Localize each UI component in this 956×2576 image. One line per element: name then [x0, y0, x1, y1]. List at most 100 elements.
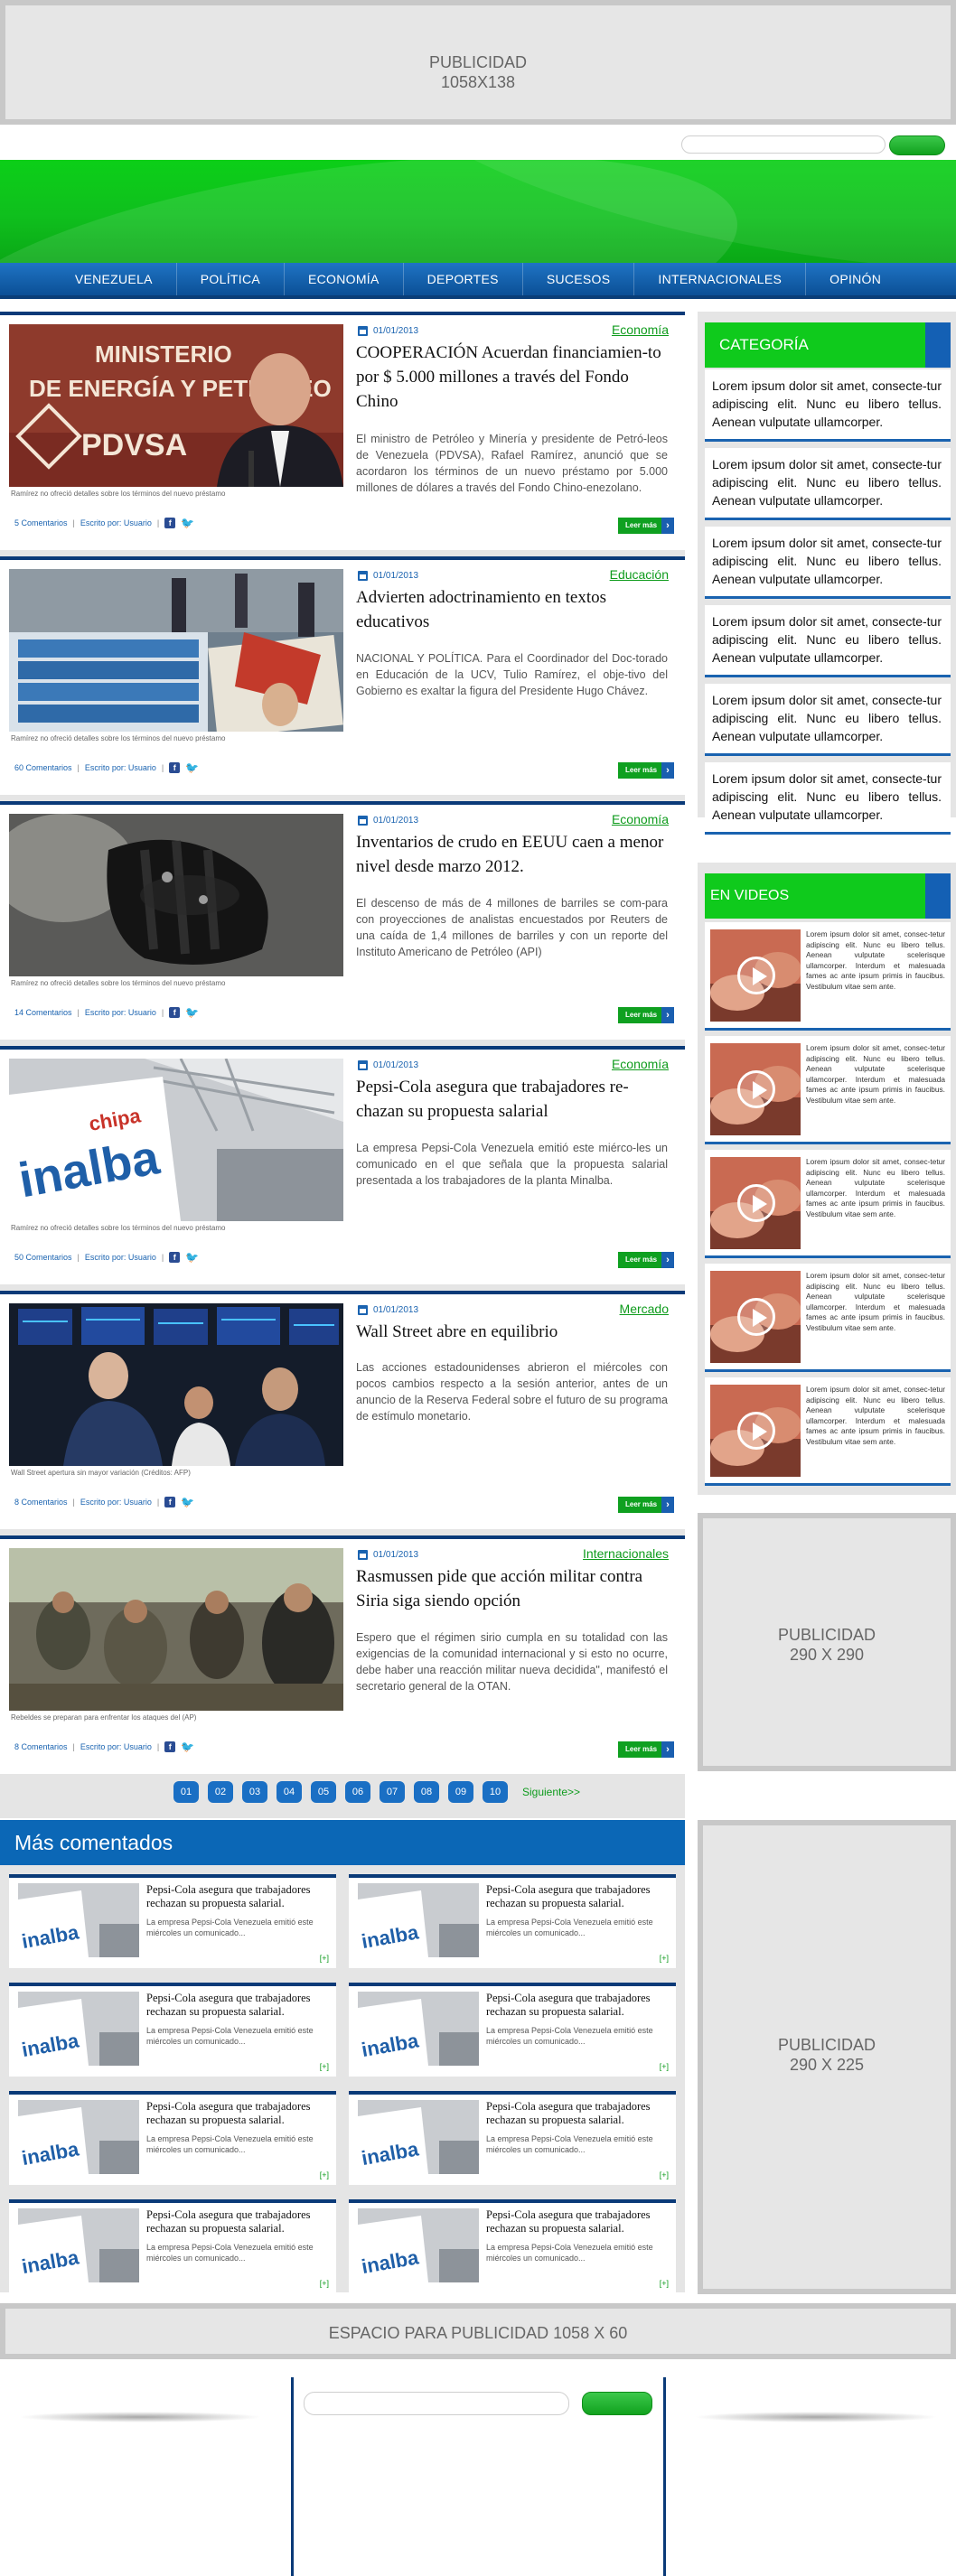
article-title[interactable]: Rasmussen pide que acción militar contra…: [356, 1564, 668, 1613]
side-ad-225[interactable]: PUBLICIDAD 290 X 225: [698, 1820, 956, 2294]
read-more-button[interactable]: Leer más ›: [618, 1252, 674, 1268]
article-title[interactable]: Wall Street abre en equilibrio: [356, 1320, 668, 1344]
facebook-icon[interactable]: f: [164, 1741, 176, 1752]
footer-search-button[interactable]: [582, 2392, 652, 2415]
video-thumbnail[interactable]: [710, 1157, 801, 1249]
commented-card[interactable]: inalba Pepsi-Cola asegura que trabajador…: [9, 1983, 336, 2077]
commented-thumbnail[interactable]: inalba: [18, 1883, 139, 1957]
nav-item-sucesos[interactable]: SUCESOS: [523, 263, 635, 295]
commented-title[interactable]: Pepsi-Cola asegura que trabajadores rech…: [486, 1883, 667, 1910]
commented-thumbnail[interactable]: inalba: [18, 1992, 139, 2066]
read-more-button[interactable]: Leer más ›: [618, 1741, 674, 1758]
article-category-link[interactable]: Economía: [612, 322, 669, 337]
facebook-icon[interactable]: f: [169, 1252, 181, 1263]
page-button[interactable]: 02: [208, 1781, 233, 1803]
author-link[interactable]: Escrito por: Usuario: [80, 1742, 152, 1751]
commented-title[interactable]: Pepsi-Cola asegura que trabajadores rech…: [486, 2100, 667, 2127]
twitter-icon[interactable]: 🐦: [181, 1741, 194, 1752]
video-item[interactable]: Lorem ipsum dolor sit amet, consec-tetur…: [705, 1264, 951, 1372]
commented-card[interactable]: inalba Pepsi-Cola asegura que trabajador…: [9, 2199, 336, 2293]
nav-item-opinion[interactable]: OPINÓN: [806, 263, 904, 295]
video-thumbnail[interactable]: [710, 1043, 801, 1135]
expand-link[interactable]: [+]: [660, 1954, 669, 1963]
search-input[interactable]: [681, 135, 886, 154]
commented-card[interactable]: inalba Pepsi-Cola asegura que trabajador…: [349, 2091, 676, 2185]
commented-title[interactable]: Pepsi-Cola asegura que trabajadores rech…: [146, 1883, 327, 1910]
search-button[interactable]: [889, 135, 945, 155]
play-icon[interactable]: [737, 1070, 775, 1108]
author-link[interactable]: Escrito por: Usuario: [80, 518, 152, 527]
play-icon[interactable]: [737, 1412, 775, 1450]
author-link[interactable]: Escrito por: Usuario: [85, 763, 156, 772]
article-title[interactable]: Pepsi-Cola asegura que trabajadores re-c…: [356, 1075, 668, 1124]
facebook-icon[interactable]: f: [169, 762, 181, 773]
play-icon[interactable]: [737, 1298, 775, 1336]
page-button[interactable]: 10: [483, 1781, 508, 1803]
comments-link[interactable]: 14 Comentarios: [14, 1008, 72, 1017]
commented-card[interactable]: inalba Pepsi-Cola asegura que trabajador…: [349, 1983, 676, 2077]
comments-link[interactable]: 8 Comentarios: [14, 1742, 68, 1751]
nav-item-venezuela[interactable]: VENEZUELA: [52, 263, 177, 295]
commented-title[interactable]: Pepsi-Cola asegura que trabajadores rech…: [146, 2100, 327, 2127]
read-more-button[interactable]: Leer más ›: [618, 518, 674, 534]
twitter-icon[interactable]: 🐦: [185, 1252, 199, 1263]
read-more-button[interactable]: Leer más ›: [618, 1007, 674, 1023]
author-link[interactable]: Escrito por: Usuario: [80, 1498, 152, 1507]
article-photo[interactable]: MINISTERIO DE ENERGÍA Y PETRÓLEO PDVSA: [9, 324, 343, 487]
video-item[interactable]: Lorem ipsum dolor sit amet, consec-tetur…: [705, 922, 951, 1031]
article-photo[interactable]: [9, 814, 343, 976]
read-more-button[interactable]: Leer más ›: [618, 762, 674, 779]
page-button[interactable]: 03: [242, 1781, 267, 1803]
category-item[interactable]: Lorem ipsum dolor sit amet, consecte-tur…: [705, 762, 951, 835]
comments-link[interactable]: 50 Comentarios: [14, 1253, 72, 1262]
article-category-link[interactable]: Mercado: [620, 1302, 669, 1316]
commented-title[interactable]: Pepsi-Cola asegura que trabajadores rech…: [486, 1992, 667, 2019]
article-category-link[interactable]: Economía: [612, 1057, 669, 1071]
nav-item-deportes[interactable]: DEPORTES: [404, 263, 523, 295]
commented-card[interactable]: inalba Pepsi-Cola asegura que trabajador…: [9, 2091, 336, 2185]
category-item[interactable]: Lorem ipsum dolor sit amet, consecte-tur…: [705, 369, 951, 442]
page-button[interactable]: 04: [276, 1781, 302, 1803]
commented-card[interactable]: inalba Pepsi-Cola asegura que trabajador…: [349, 2199, 676, 2293]
author-link[interactable]: Escrito por: Usuario: [85, 1253, 156, 1262]
commented-title[interactable]: Pepsi-Cola asegura que trabajadores rech…: [486, 2208, 667, 2235]
commented-thumbnail[interactable]: inalba: [18, 2100, 139, 2174]
play-icon[interactable]: [737, 957, 775, 994]
commented-thumbnail[interactable]: inalba: [18, 2208, 139, 2282]
page-button[interactable]: 01: [173, 1781, 199, 1803]
next-page-link[interactable]: Siguiente>>: [522, 1786, 580, 1798]
article-title[interactable]: Advierten adoctrinamiento en textos educ…: [356, 585, 668, 634]
bottom-ad-banner[interactable]: ESPACIO PARA PUBLICIDAD 1058 X 60: [0, 2303, 956, 2359]
expand-link[interactable]: [+]: [660, 2279, 669, 2288]
page-button[interactable]: 08: [414, 1781, 439, 1803]
video-item[interactable]: Lorem ipsum dolor sit amet, consec-tetur…: [705, 1036, 951, 1144]
twitter-icon[interactable]: 🐦: [185, 1007, 199, 1018]
video-item[interactable]: Lorem ipsum dolor sit amet, consec-tetur…: [705, 1150, 951, 1258]
commented-card[interactable]: inalba Pepsi-Cola asegura que trabajador…: [9, 1874, 336, 1968]
expand-link[interactable]: [+]: [320, 1954, 329, 1963]
article-category-link[interactable]: Educación: [610, 567, 669, 582]
nav-item-economia[interactable]: ECONOMÍA: [285, 263, 404, 295]
commented-thumbnail[interactable]: inalba: [358, 2208, 479, 2282]
comments-link[interactable]: 8 Comentarios: [14, 1498, 68, 1507]
article-photo[interactable]: [9, 1303, 343, 1466]
commented-card[interactable]: inalba Pepsi-Cola asegura que trabajador…: [349, 1874, 676, 1968]
article-category-link[interactable]: Internacionales: [583, 1546, 669, 1561]
facebook-icon[interactable]: f: [164, 1497, 176, 1507]
article-photo[interactable]: [9, 1548, 343, 1711]
category-item[interactable]: Lorem ipsum dolor sit amet, consecte-tur…: [705, 448, 951, 520]
twitter-icon[interactable]: 🐦: [181, 1497, 194, 1507]
article-title[interactable]: Inventarios de crudo en EEUU caen a meno…: [356, 830, 668, 879]
page-button[interactable]: 09: [448, 1781, 473, 1803]
play-icon[interactable]: [737, 1184, 775, 1222]
category-item[interactable]: Lorem ipsum dolor sit amet, consecte-tur…: [705, 605, 951, 677]
page-button[interactable]: 06: [345, 1781, 370, 1803]
video-thumbnail[interactable]: [710, 929, 801, 1022]
commented-title[interactable]: Pepsi-Cola asegura que trabajadores rech…: [146, 1992, 327, 2019]
commented-title[interactable]: Pepsi-Cola asegura que trabajadores rech…: [146, 2208, 327, 2235]
top-ad-banner[interactable]: PUBLICIDAD 1058X138: [0, 0, 956, 125]
expand-link[interactable]: [+]: [320, 2279, 329, 2288]
article-title[interactable]: COOPERACIÓN Acuerdan financiamien-to por…: [356, 341, 668, 414]
expand-link[interactable]: [+]: [320, 2062, 329, 2071]
page-button[interactable]: 07: [380, 1781, 405, 1803]
